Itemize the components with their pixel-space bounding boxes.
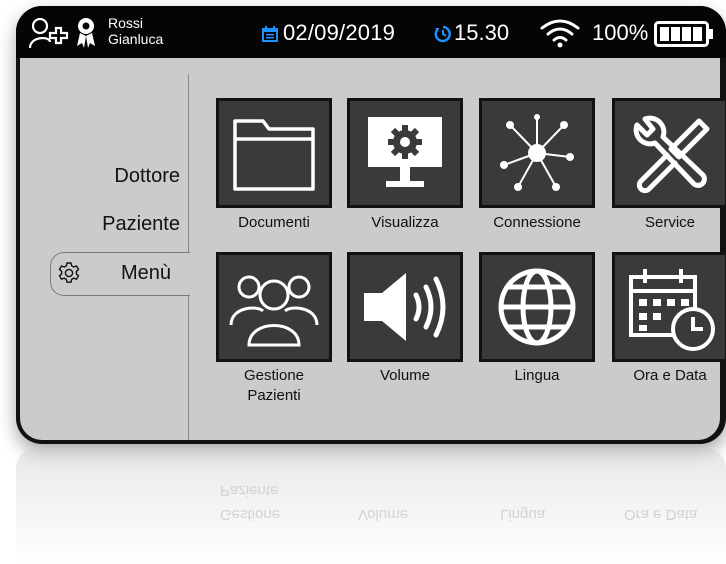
tile-documenti[interactable] xyxy=(216,98,332,208)
battery-icon xyxy=(654,21,713,47)
globe-icon xyxy=(498,268,576,346)
sidebar-item-dottore[interactable]: Dottore xyxy=(114,165,180,188)
main-screen: Dottore Paziente Menù Documenti Visualiz… xyxy=(20,58,726,440)
screen-reflection: Paziente Gestione Volume Lingua Ora e Da… xyxy=(16,448,726,564)
sidebar-item-paziente[interactable]: Paziente xyxy=(102,213,180,236)
reflection-text-paziente: Paziente xyxy=(220,482,279,499)
folder-icon xyxy=(233,119,315,191)
speaker-icon xyxy=(364,273,446,341)
device-frame: Rossi Gianluca 02/09/2019 15.30 100% Dot… xyxy=(16,6,726,444)
tile-ora-e-data[interactable] xyxy=(612,252,726,362)
tile-gestione-pazienti[interactable] xyxy=(216,252,332,362)
network-icon xyxy=(500,114,574,191)
tile-lingua-label: Lingua xyxy=(514,367,560,384)
calendar-clock-icon xyxy=(629,269,715,351)
tile-service[interactable] xyxy=(612,98,726,208)
tools-icon xyxy=(633,115,710,194)
tile-visualizza-label: Visualizza xyxy=(371,214,439,231)
status-time: 15.30 xyxy=(454,20,510,45)
status-bar: Rossi Gianluca 02/09/2019 15.30 100% xyxy=(16,6,726,58)
tile-lingua[interactable] xyxy=(479,252,595,362)
sidebar-item-menu[interactable]: Menù xyxy=(50,252,190,296)
calendar-icon xyxy=(262,26,278,42)
user-icon[interactable] xyxy=(28,16,108,50)
tile-connessione[interactable] xyxy=(479,98,595,208)
tile-gestione-pazienti-label: Gestione Pazienti xyxy=(243,367,305,404)
tile-visualizza[interactable] xyxy=(347,98,463,208)
sidebar-item-menu-label: Menù xyxy=(121,262,172,284)
status-date: 02/09/2019 xyxy=(283,20,396,45)
tile-service-label: Service xyxy=(644,214,696,231)
reflection-text-ora-e-data: Ora e Data xyxy=(624,506,698,523)
users-icon xyxy=(229,275,319,347)
battery-percent: 100% xyxy=(592,20,649,45)
user-first-name: Rossi xyxy=(108,15,144,31)
clock-icon xyxy=(434,25,451,43)
reflection-text-lingua: Lingua xyxy=(500,506,546,523)
reflection-text-volume: Volume xyxy=(358,506,409,523)
user-name: Rossi Gianluca xyxy=(108,15,163,47)
monitor-gear-icon xyxy=(368,117,442,187)
gear-icon xyxy=(58,262,80,283)
tile-documenti-label: Documenti xyxy=(238,214,310,231)
reflection-text-gestione: Gestione xyxy=(220,506,281,523)
tile-connessione-label: Connessione xyxy=(493,214,581,231)
tile-volume[interactable] xyxy=(347,252,463,362)
wifi-icon xyxy=(540,19,580,48)
user-last-name: Gianluca xyxy=(108,31,164,47)
tile-ora-e-data-label: Ora e Data xyxy=(633,367,707,384)
tile-volume-label: Volume xyxy=(379,367,431,384)
